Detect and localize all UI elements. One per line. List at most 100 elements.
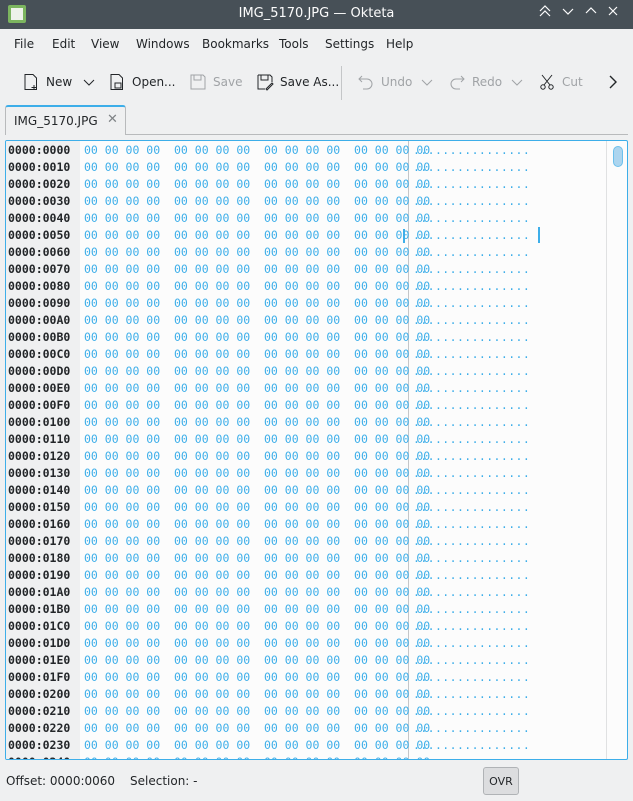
row-hex-bytes[interactable]: 00 00 00 00 00 00 00 00 00 00 00 00 00 0…: [84, 499, 430, 516]
keep-above-button[interactable]: [535, 4, 555, 24]
redo-button[interactable]: Redo: [448, 72, 502, 92]
close-button[interactable]: [603, 4, 623, 24]
row-hex-bytes[interactable]: 00 00 00 00 00 00 00 00 00 00 00 00 00 0…: [84, 533, 430, 550]
row-ascii[interactable]: ................: [413, 176, 530, 193]
toolbar-overflow-button[interactable]: [604, 72, 622, 92]
row-ascii[interactable]: ................: [413, 499, 530, 516]
row-ascii[interactable]: ................: [413, 686, 530, 703]
row-ascii[interactable]: ................: [413, 516, 530, 533]
row-hex-bytes[interactable]: 00 00 00 00 00 00 00 00 00 00 00 00 00 0…: [84, 431, 430, 448]
menu-file[interactable]: File: [14, 37, 34, 51]
row-hex-bytes[interactable]: 00 00 00 00 00 00 00 00 00 00 00 00 00 0…: [84, 346, 430, 363]
row-ascii[interactable]: ................: [413, 567, 530, 584]
scrollbar-track[interactable]: [606, 141, 607, 759]
row-hex-bytes[interactable]: 00 00 00 00 00 00 00 00 00 00 00 00 00 0…: [84, 142, 430, 159]
row-hex-bytes[interactable]: 00 00 00 00 00 00 00 00 00 00 00 00 00 0…: [84, 669, 430, 686]
row-hex-bytes[interactable]: 00 00 00 00 00 00 00 00 00 00 00 00 00 0…: [84, 703, 430, 720]
row-hex-bytes[interactable]: 00 00 00 00 00 00 00 00 00 00 00 00 00 0…: [84, 516, 430, 533]
row-ascii[interactable]: ................: [413, 703, 530, 720]
row-ascii[interactable]: ................: [413, 329, 530, 346]
menu-edit[interactable]: Edit: [52, 37, 75, 51]
row-hex-bytes[interactable]: 00 00 00 00 00 00 00 00 00 00 00 00 00 0…: [84, 550, 430, 567]
row-ascii[interactable]: ................: [413, 244, 530, 261]
row-ascii[interactable]: ................: [413, 261, 530, 278]
row-ascii[interactable]: ................: [413, 210, 530, 227]
row-hex-bytes[interactable]: 00 00 00 00 00 00 00 00 00 00 00 00 00 0…: [84, 720, 430, 737]
menu-settings[interactable]: Settings: [325, 37, 374, 51]
row-hex-bytes[interactable]: 00 00 00 00 00 00 00 00 00 00 00 00 00 0…: [84, 193, 430, 210]
row-hex-bytes[interactable]: 00 00 00 00 00 00 00 00 00 00 00 00 00 0…: [84, 686, 430, 703]
undo-button[interactable]: Undo: [357, 72, 412, 92]
row-hex-bytes[interactable]: 00 00 00 00 00 00 00 00 00 00 00 00 00 0…: [84, 465, 430, 482]
row-hex-bytes[interactable]: 00 00 00 00 00 00 00 00 00 00 00 00 00 0…: [84, 414, 430, 431]
open-button[interactable]: Open...: [108, 72, 176, 92]
row-hex-bytes[interactable]: 00 00 00 00 00 00 00 00 00 00 00 00 00 0…: [84, 635, 430, 652]
cut-button[interactable]: Cut: [538, 72, 583, 92]
row-hex-bytes[interactable]: 00 00 00 00 00 00 00 00 00 00 00 00 00 0…: [84, 397, 430, 414]
row-hex-bytes[interactable]: 00 00 00 00 00 00 00 00 00 00 00 00 00 0…: [84, 380, 430, 397]
overwrite-mode-button[interactable]: OVR: [483, 767, 519, 795]
hex-editor-view[interactable]: 0000:0000 00 00 00 00 00 00 00 00 00 00 0…: [5, 140, 628, 760]
row-hex-bytes[interactable]: 00 00 00 00 00 00 00 00 00 00 00 00 00 0…: [84, 210, 430, 227]
tab-img-5170[interactable]: IMG_5170.JPG ✕: [5, 105, 126, 135]
row-hex-bytes[interactable]: 00 00 00 00 00 00 00 00 00 00 00 00 00 0…: [84, 244, 430, 261]
row-ascii[interactable]: ................: [413, 380, 530, 397]
row-hex-bytes[interactable]: 00 00 00 00 00 00 00 00 00 00 00 00 00 0…: [84, 176, 430, 193]
row-ascii[interactable]: ................: [413, 227, 530, 244]
redo-dropdown-button[interactable]: [508, 72, 526, 92]
row-hex-bytes[interactable]: 00 00 00 00 00 00 00 00 00 00 00 00 00 0…: [84, 295, 430, 312]
new-button[interactable]: New: [22, 72, 72, 92]
row-ascii[interactable]: ................: [413, 533, 530, 550]
row-hex-bytes[interactable]: 00 00 00 00 00 00 00 00 00 00 00 00 00 0…: [84, 227, 430, 244]
menu-help[interactable]: Help: [386, 37, 413, 51]
new-dropdown-button[interactable]: [80, 72, 98, 92]
row-ascii[interactable]: ................: [413, 193, 530, 210]
row-ascii[interactable]: ................: [413, 618, 530, 635]
row-hex-bytes[interactable]: 00 00 00 00 00 00 00 00 00 00 00 00 00 0…: [84, 482, 430, 499]
save-button[interactable]: Save: [189, 72, 242, 92]
row-hex-bytes[interactable]: 00 00 00 00 00 00 00 00 00 00 00 00 00 0…: [84, 584, 430, 601]
row-hex-bytes[interactable]: 00 00 00 00 00 00 00 00 00 00 00 00 00 0…: [84, 261, 430, 278]
row-ascii[interactable]: ................: [413, 397, 530, 414]
row-hex-bytes[interactable]: 00 00 00 00 00 00 00 00 00 00 00 00 00 0…: [84, 312, 430, 329]
menu-windows[interactable]: Windows: [136, 37, 190, 51]
row-ascii[interactable]: ................: [413, 414, 530, 431]
row-ascii[interactable]: ................: [413, 159, 530, 176]
row-hex-bytes[interactable]: 00 00 00 00 00 00 00 00 00 00 00 00 00 0…: [84, 159, 430, 176]
menu-tools[interactable]: Tools: [279, 37, 309, 51]
row-ascii[interactable]: ................: [413, 669, 530, 686]
menu-view[interactable]: View: [91, 37, 119, 51]
row-ascii[interactable]: ................: [413, 278, 530, 295]
row-hex-bytes[interactable]: 00 00 00 00 00 00 00 00 00 00 00 00 00 0…: [84, 567, 430, 584]
save-as-button[interactable]: Save As...: [256, 72, 339, 92]
vertical-scrollbar-thumb[interactable]: [613, 146, 623, 167]
row-ascii[interactable]: ................: [413, 635, 530, 652]
row-hex-bytes[interactable]: 00 00 00 00 00 00 00 00 00 00 00 00 00 0…: [84, 448, 430, 465]
row-ascii[interactable]: ................: [413, 312, 530, 329]
row-hex-bytes[interactable]: 00 00 00 00 00 00 00 00 00 00 00 00 00 0…: [84, 737, 430, 754]
row-ascii[interactable]: ................: [413, 737, 530, 754]
row-hex-bytes[interactable]: 00 00 00 00 00 00 00 00 00 00 00 00 00 0…: [84, 652, 430, 669]
undo-dropdown-button[interactable]: [418, 72, 436, 92]
row-ascii[interactable]: ................: [413, 601, 530, 618]
row-ascii[interactable]: ................: [413, 465, 530, 482]
row-hex-bytes[interactable]: 00 00 00 00 00 00 00 00 00 00 00 00 00 0…: [84, 601, 430, 618]
row-hex-bytes[interactable]: 00 00 00 00 00 00 00 00 00 00 00 00 00 0…: [84, 278, 430, 295]
row-ascii[interactable]: ................: [413, 584, 530, 601]
row-ascii[interactable]: ................: [413, 550, 530, 567]
row-ascii[interactable]: ................: [413, 448, 530, 465]
row-ascii[interactable]: ................: [413, 652, 530, 669]
row-ascii[interactable]: ................: [413, 482, 530, 499]
tab-close-icon[interactable]: ✕: [107, 112, 118, 127]
menu-bookmarks[interactable]: Bookmarks: [202, 37, 269, 51]
row-ascii[interactable]: ................: [413, 431, 530, 448]
row-ascii[interactable]: ................: [413, 295, 530, 312]
row-hex-bytes[interactable]: 00 00 00 00 00 00 00 00 00 00 00 00 00 0…: [84, 618, 430, 635]
row-ascii[interactable]: ................: [413, 363, 530, 380]
row-hex-bytes[interactable]: 00 00 00 00 00 00 00 00 00 00 00 00 00 0…: [84, 754, 430, 759]
row-ascii[interactable]: ................: [413, 720, 530, 737]
row-ascii[interactable]: ................: [413, 142, 530, 159]
row-hex-bytes[interactable]: 00 00 00 00 00 00 00 00 00 00 00 00 00 0…: [84, 363, 430, 380]
minimize-button[interactable]: [558, 4, 578, 24]
row-ascii[interactable]: ................: [413, 346, 530, 363]
